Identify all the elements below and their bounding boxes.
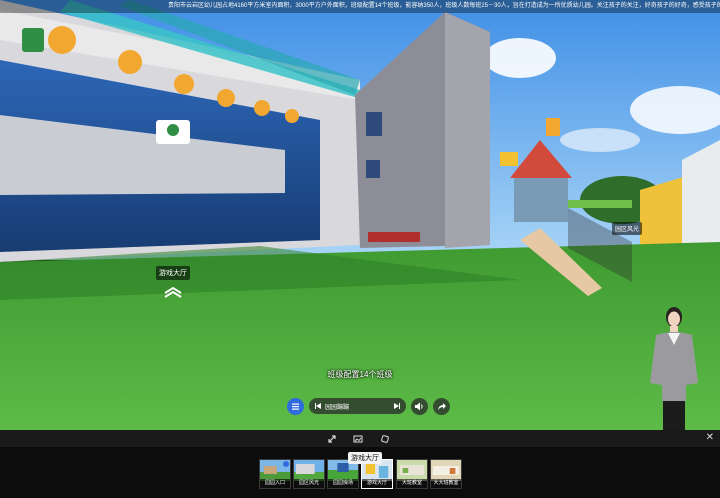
hotspot-garden-label[interactable]: 园区风光	[612, 222, 643, 235]
thumb-scene-5[interactable]: 大班教室	[396, 459, 428, 489]
panorama-scene[interactable]	[0, 0, 720, 430]
share-icon	[438, 402, 446, 410]
hotspot-hall-label: 游戏大厅	[156, 266, 190, 280]
media-controls: 园园蹦蹦	[287, 396, 450, 416]
thumb-label: 大班教室	[397, 479, 427, 488]
scene-thumbnails: 园园入口 园区风光 园园操场 游戏大厅 大班教室 大大班教室 游戏大厅	[0, 447, 720, 498]
thumb-label: 园区风光	[294, 479, 324, 488]
thumb-image	[431, 460, 461, 481]
thumb-scene-6[interactable]: 大大班教室	[430, 459, 462, 489]
thumb-label: 大大班教室	[431, 479, 461, 488]
expand-icon[interactable]	[327, 434, 337, 444]
intro-ticker: 贵阳市云岩区幼儿园占地4160平方米室内面积，3000平方户外面积，班级配置14…	[0, 0, 720, 13]
check-icon	[283, 461, 289, 467]
thumb-image	[397, 460, 427, 481]
close-icon[interactable]: ✕	[706, 432, 714, 443]
audio-track-title: 园园蹦蹦	[325, 404, 350, 411]
panorama-viewer[interactable]: 贵阳市云岩区幼儿园占地4160平方米室内面积，3000平方户外面积，班级配置14…	[0, 0, 720, 430]
gallery-icon[interactable]	[353, 434, 363, 444]
thumb-scene-1[interactable]: 园园入口	[259, 459, 291, 489]
bottom-toolbar: ✕	[0, 430, 720, 447]
thumb-label: 游戏大厅	[362, 479, 392, 488]
volume-button[interactable]	[411, 397, 428, 415]
volume-icon	[415, 402, 423, 410]
list-icon	[292, 403, 299, 410]
chevron-up-icon[interactable]	[163, 286, 183, 298]
scene-caption: 班级配置14个班级	[327, 370, 393, 379]
share-button[interactable]	[433, 397, 450, 415]
thumb-scene-2[interactable]: 园区风光	[293, 459, 325, 489]
thumb-image	[294, 460, 324, 481]
menu-button[interactable]	[287, 397, 304, 415]
layers-icon[interactable]	[380, 434, 390, 444]
thumb-label: 园园操场	[328, 479, 358, 488]
thumb-label: 园园入口	[260, 479, 290, 488]
thumbnail-tooltip: 游戏大厅	[348, 452, 382, 464]
presenter-avatar	[650, 307, 698, 430]
audio-player[interactable]: 园园蹦蹦	[309, 398, 406, 414]
next-icon[interactable]	[394, 403, 400, 409]
hotspot-hall[interactable]: 游戏大厅	[156, 262, 190, 298]
